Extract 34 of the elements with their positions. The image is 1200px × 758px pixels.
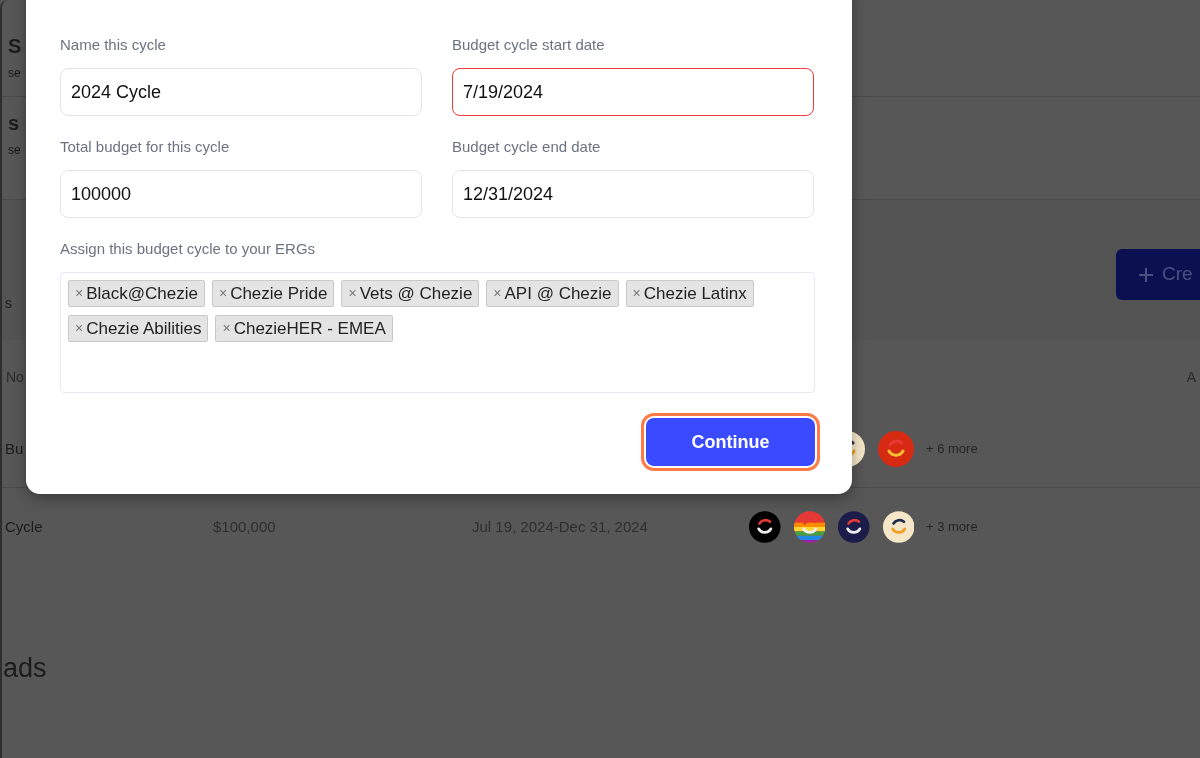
tag-label: Vets @ Chezie (359, 282, 473, 305)
table-cell: Bu (5, 439, 24, 457)
tag-label: Chezie Latinx (643, 282, 747, 305)
input-field[interactable]: 2024 Cycle (60, 68, 422, 116)
item-subtitle: se (8, 66, 21, 80)
tag-input-field[interactable]: × Black@Chezie × Chezie Pride × Vets @ Chezie × API @ Chezie × Chezie Latinx × Chezie Abilities × ChezieHER - EMEA (60, 272, 815, 393)
remove-button[interactable]: × (75, 283, 84, 304)
tag-label: Chezie Pride (230, 282, 328, 305)
input-field[interactable]: 100000 (60, 170, 422, 218)
table-cell: Cycle (5, 518, 43, 535)
field-label: Name this cycle (60, 36, 167, 54)
field-label: Budget cycle start date (452, 36, 606, 54)
tag-label: Chezie Abilities (86, 317, 202, 340)
item-title: S (8, 35, 22, 57)
remove-button[interactable]: × (222, 318, 231, 339)
plus-icon (1138, 266, 1154, 283)
remove-button[interactable]: × (348, 283, 357, 304)
tag-label: Black@Chezie (86, 282, 198, 305)
remove-button[interactable]: × (632, 283, 641, 304)
field-label: Budget cycle end date (452, 138, 602, 156)
item-subtitle: se (8, 143, 21, 157)
tag-label: API @ Chezie (504, 282, 612, 305)
remove-button[interactable]: × (75, 318, 84, 339)
remove-button[interactable]: × (218, 283, 228, 304)
create-button[interactable]: Cre (1116, 249, 1200, 300)
field-label: Assign this budget cycle to your ERGs (60, 240, 317, 258)
remove-button[interactable]: × (493, 283, 502, 304)
field-label: Total budget for this cycle (60, 138, 231, 156)
input-field[interactable]: 7/19/2024 (452, 68, 814, 116)
section-heading: ads (3, 653, 47, 683)
section-text: s (5, 294, 12, 311)
item-title: s (8, 112, 20, 134)
input-field[interactable]: 12/31/2024 (452, 170, 814, 218)
tag-label: ChezieHER - EMEA (233, 317, 386, 340)
